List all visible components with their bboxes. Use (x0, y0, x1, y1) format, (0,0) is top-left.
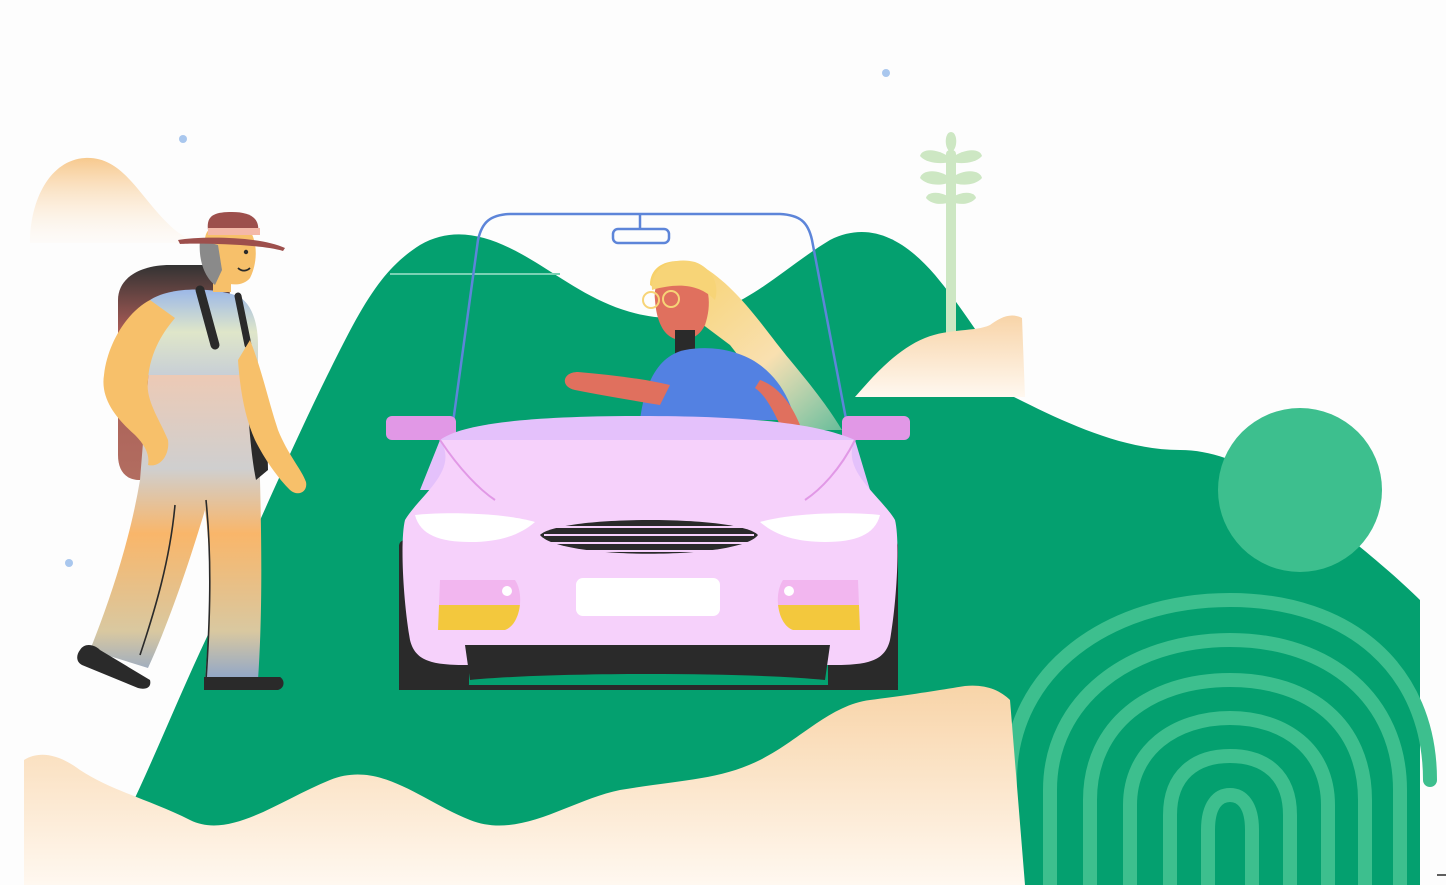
sky-dot (65, 559, 73, 567)
sky-dot (882, 69, 890, 77)
side-mirror-left (386, 416, 456, 440)
hitchhiker-illustration (0, 0, 1446, 885)
sky-dot (179, 135, 187, 143)
rearview-mirror (611, 227, 671, 245)
side-mirror-right (842, 416, 910, 440)
shoe-right (204, 677, 284, 690)
light-circle (1218, 408, 1382, 572)
license-plate (576, 578, 720, 616)
